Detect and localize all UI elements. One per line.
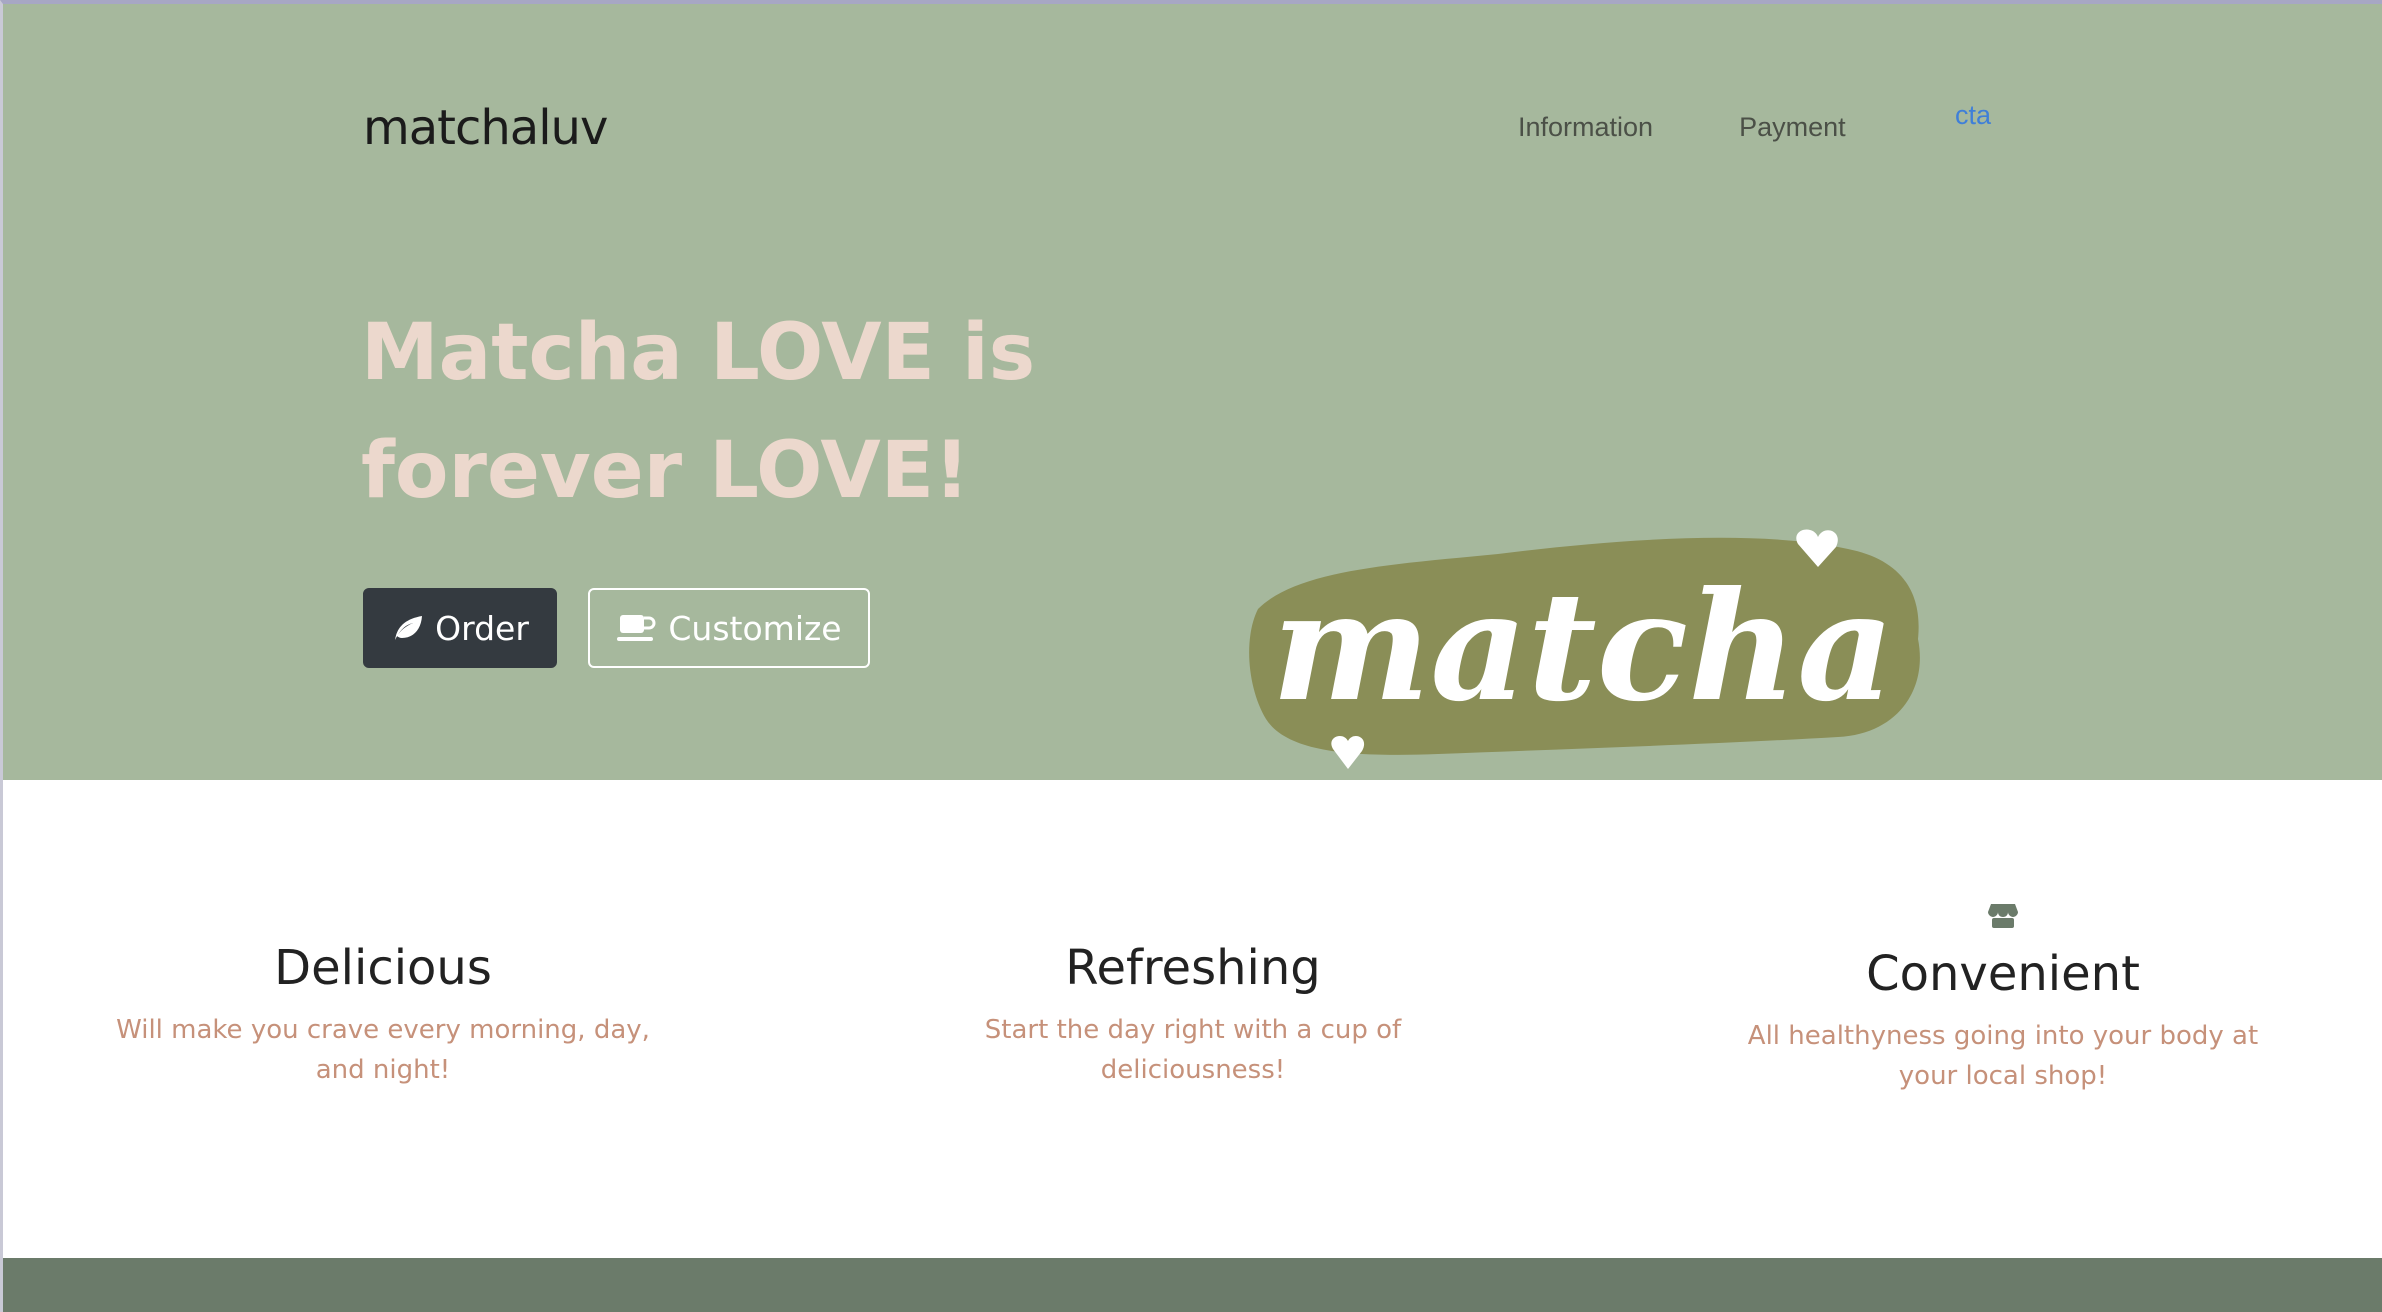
- feature-title: Delicious: [274, 940, 492, 996]
- main-nav: Information Payment: [1518, 112, 1846, 143]
- hero-section: matchaluv Information Payment cta Matcha…: [3, 4, 2382, 780]
- feature-convenient: Convenient All healthyness going into yo…: [1723, 902, 2283, 1096]
- headline-line-1: Matcha LOVE is: [361, 308, 1036, 398]
- store-icon: [1988, 902, 2018, 934]
- features-section: Delicious Will make you crave every morn…: [3, 780, 2382, 1258]
- feature-delicious: Delicious Will make you crave every morn…: [103, 940, 663, 1090]
- feature-text: Start the day right with a cup of delici…: [984, 1015, 1402, 1085]
- order-button-label: Order: [435, 608, 529, 648]
- nav-link-payment[interactable]: Payment: [1739, 112, 1846, 143]
- feature-text: Will make you crave every morning, day, …: [116, 1015, 650, 1085]
- nav-link-cta[interactable]: cta: [1955, 100, 1991, 131]
- feature-text: All healthyness going into your body at …: [1747, 1021, 2259, 1091]
- brand-logo[interactable]: matchaluv: [363, 100, 608, 156]
- leaf-icon: [391, 613, 425, 643]
- feature-title: Convenient: [1866, 946, 2140, 1002]
- hero-headline: Matcha LOVE is forever LOVE!: [361, 294, 1121, 530]
- coffee-cup-icon: [616, 611, 658, 645]
- headline-line-2: forever LOVE!: [361, 426, 970, 516]
- customize-button-label: Customize: [668, 608, 842, 648]
- page-frame: matchaluv Information Payment cta Matcha…: [0, 0, 2382, 1312]
- feature-title: Refreshing: [1065, 940, 1321, 996]
- order-button[interactable]: Order: [363, 588, 557, 668]
- matcha-logo-art: matcha: [1238, 509, 1928, 784]
- footer-bar: [3, 1258, 2382, 1312]
- logo-wordmark: matcha: [1272, 559, 1895, 735]
- nav-link-information[interactable]: Information: [1518, 112, 1653, 143]
- feature-refreshing: Refreshing Start the day right with a cu…: [913, 940, 1473, 1090]
- customize-button[interactable]: Customize: [588, 588, 870, 668]
